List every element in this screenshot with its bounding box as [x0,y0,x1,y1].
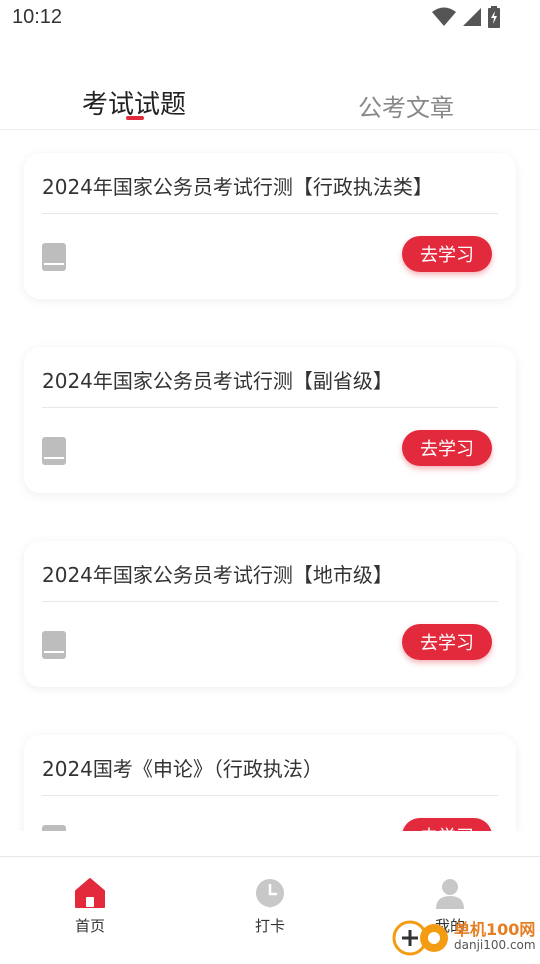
divider [42,601,498,602]
watermark-subtext: danji100.com [454,938,536,952]
divider [42,213,498,214]
divider [42,795,498,796]
book-icon [42,631,66,659]
nav-checkin[interactable]: 打卡 [230,877,310,936]
exam-card[interactable]: 2024国考《申论》（行政执法） 去学习 [24,735,516,831]
tab-bar: 考试试题 公考文章 [0,70,540,130]
study-button[interactable]: 去学习 [402,430,492,466]
book-icon [42,437,66,465]
study-button[interactable]: 去学习 [402,624,492,660]
exam-card[interactable]: 2024年国家公务员考试行测【副省级】 去学习 [24,347,516,493]
watermark-text: 单机100网 [454,920,536,939]
exam-list[interactable]: 2024年国家公务员考试行测【行政执法类】 去学习 2024年国家公务员考试行测… [0,131,540,831]
exam-card-title: 2024年国家公务员考试行测【地市级】 [42,563,393,587]
nav-home[interactable]: 首页 [50,877,130,936]
nav-checkin-label: 打卡 [254,917,285,935]
watermark-logo: 单机100网 danji100.com [390,910,540,960]
exam-card[interactable]: 2024年国家公务员考试行测【地市级】 去学习 [24,541,516,687]
status-time: 10:12 [12,6,63,28]
battery-icon [488,6,500,28]
exam-card-title: 2024年国家公务员考试行测【行政执法类】 [42,175,433,199]
exam-card-title: 2024国考《申论》（行政执法） [42,757,323,781]
home-icon [75,878,105,908]
nav-home-label: 首页 [74,917,105,935]
signal-icon [463,8,481,26]
book-icon [42,243,66,271]
study-button[interactable]: 去学习 [402,818,492,831]
status-bar: 10:12 [0,0,540,36]
study-button[interactable]: 去学习 [402,236,492,272]
tab-articles[interactable]: 公考文章 [358,88,454,123]
tab-active-indicator [126,116,144,120]
exam-card[interactable]: 2024年国家公务员考试行测【行政执法类】 去学习 [24,153,516,299]
clock-pin-icon [255,879,284,908]
divider [42,407,498,408]
book-icon [42,825,66,831]
status-icons [432,6,500,28]
wifi-icon [432,7,456,26]
user-icon [436,879,464,909]
exam-card-title: 2024年国家公务员考试行测【副省级】 [42,369,393,393]
